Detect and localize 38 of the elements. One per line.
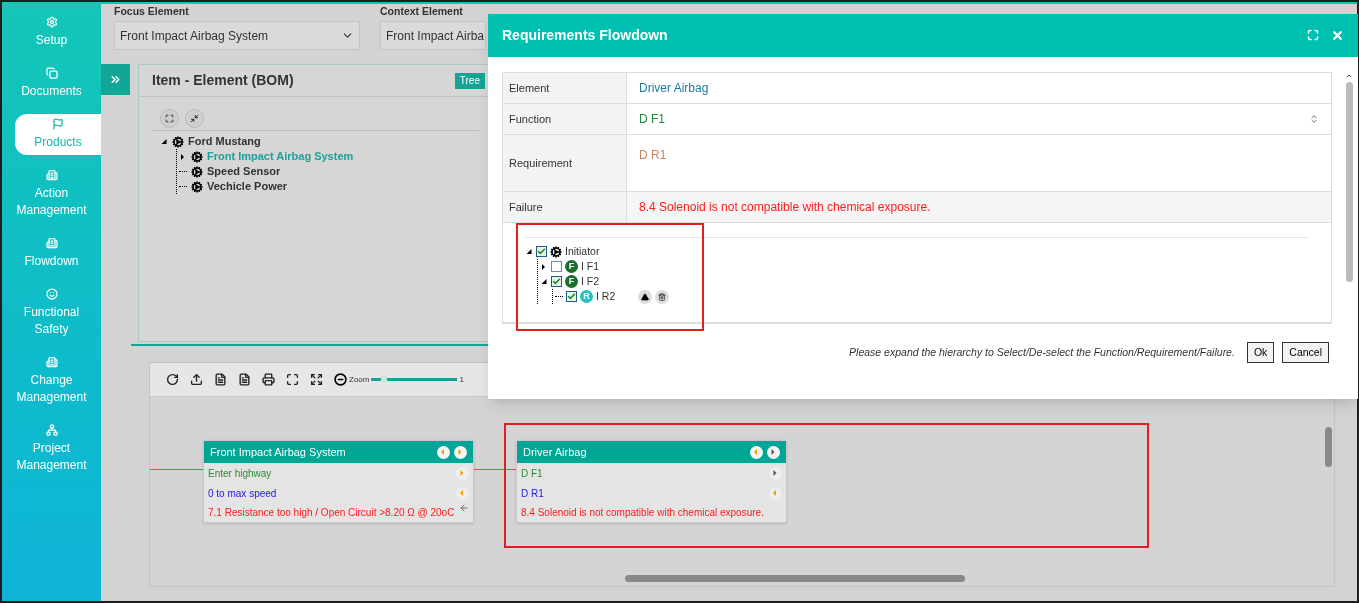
hint-text: Please expand the hierarchy to Select/De-select the Function/Requirement/Failure. — [849, 344, 1235, 360]
dropdown[interactable]: Front Impact Airba — [380, 21, 486, 50]
zoom-value: 1 — [459, 373, 464, 386]
requirement-text: 0 to max speed — [208, 486, 277, 501]
field-label: Failure — [509, 199, 543, 215]
diagram-node[interactable]: Front Impact Airbag System Enter highway 0 to max speed 7.1 Resistance too high / Open Circuit >8.20 Ω @ 20oC — [203, 440, 474, 523]
function-text: D F1 — [521, 466, 543, 481]
dropdown[interactable]: Front Impact Airbag System — [114, 21, 360, 50]
requirement-text: D R1 — [521, 486, 544, 501]
tree-item[interactable]: Ford Mustang — [188, 133, 261, 150]
type-badge: F — [565, 275, 578, 288]
tree-item[interactable]: I F2 — [581, 273, 600, 290]
field-value: 8.4 Solenoid is not compatible with chemical exposure. — [627, 192, 1331, 222]
node-title: Driver Airbag — [523, 444, 587, 460]
field-value[interactable]: D F1 — [627, 104, 1331, 134]
tree-item[interactable]: Initiator — [565, 243, 600, 260]
tree-item[interactable]: Vechicle Power — [207, 178, 288, 195]
function-text: Enter highway — [208, 466, 272, 481]
type-badge: F — [565, 260, 578, 273]
tree-item[interactable]: Speed Sensor — [207, 163, 281, 180]
zoom-label: Zoom — [349, 373, 370, 386]
dialog-button[interactable]: Cancel — [1282, 342, 1329, 363]
field-label: Requirement — [509, 155, 572, 171]
dialog-button[interactable]: Ok — [1246, 342, 1275, 363]
field-label: Element — [509, 80, 550, 96]
tree-item[interactable]: I F1 — [581, 258, 600, 275]
failure-text: 8.4 Solenoid is not compatible with chemical exposure. — [521, 506, 764, 518]
failure-text: 7.1 Resistance too high / Open Circuit >8.20 Ω @ 20oC — [208, 506, 455, 518]
panel-title: Item - Element (BOM) — [152, 71, 294, 90]
dialog-title: Requirements Flowdown — [502, 26, 668, 45]
field-label: Function — [509, 111, 552, 127]
field-value: Driver Airbag — [638, 80, 710, 97]
diagram-node[interactable]: Driver Airbag D F1 D R1 8.4 Solenoid is not compatible with chemical exposure. — [516, 440, 787, 523]
type-badge: R — [580, 290, 593, 303]
tree-item[interactable]: I R2 — [596, 288, 616, 305]
node-title: Front Impact Airbag System — [210, 444, 346, 460]
filter-label: Focus Element — [114, 4, 190, 18]
filter-label: Context Element — [380, 4, 464, 18]
